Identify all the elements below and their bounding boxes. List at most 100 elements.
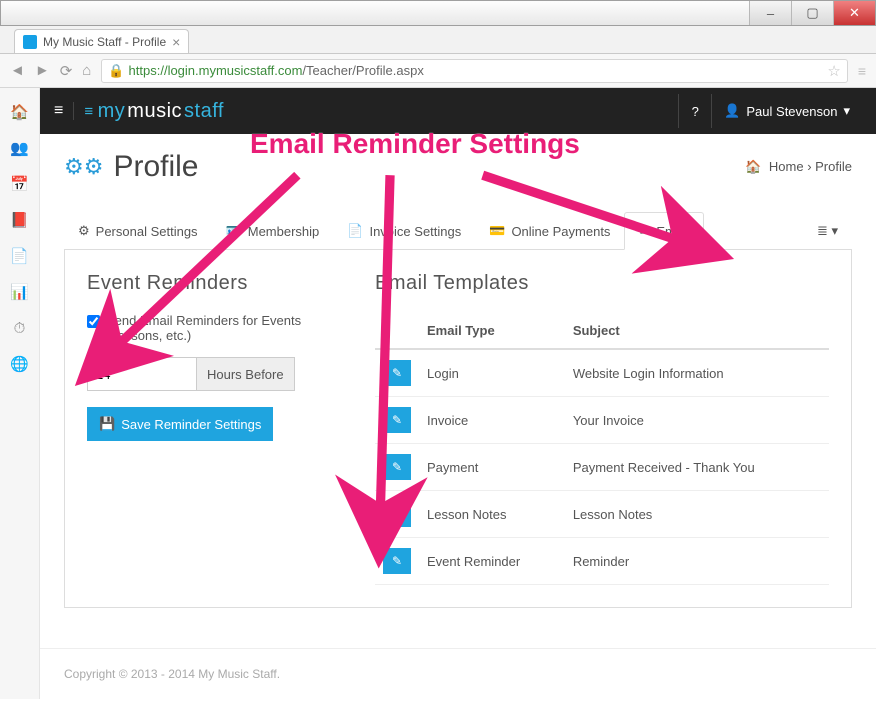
- table-row: ✎ Invoice Your Invoice: [375, 397, 829, 444]
- breadcrumb-current: Profile: [815, 159, 852, 174]
- edit-template-button[interactable]: ✎: [383, 501, 411, 527]
- tab-label: Invoice Settings: [369, 224, 461, 239]
- edit-template-button[interactable]: ✎: [383, 454, 411, 480]
- browser-menu-icon[interactable]: ≡: [858, 63, 866, 79]
- sidebar-item-calendar[interactable]: 📅: [0, 166, 39, 202]
- footer-text: Copyright © 2013 - 2014 My Music Staff.: [40, 648, 876, 699]
- lock-icon: 🔒: [108, 63, 124, 79]
- tab-invoice-settings[interactable]: 📄 Invoice Settings: [333, 213, 475, 249]
- table-row: ✎ Payment Payment Received - Thank You: [375, 444, 829, 491]
- cell-subject: Lesson Notes: [565, 491, 829, 538]
- annotation-label: Email Reminder Settings: [250, 128, 580, 160]
- sidebar-item-website[interactable]: 🌐: [0, 346, 39, 382]
- save-icon: 💾: [99, 416, 115, 432]
- hamburger-icon[interactable]: ≡: [54, 102, 74, 120]
- cell-email-type: Event Reminder: [419, 538, 565, 585]
- brand-stripes-icon: ≡: [84, 103, 93, 120]
- sidebar: 🏠 👥 📅 📕 📄 📊 ⏱ 🌐: [0, 88, 40, 699]
- chevron-down-icon: ▾: [843, 103, 850, 119]
- breadcrumb: 🏠 Home › Profile: [745, 159, 852, 175]
- list-icon: ≣: [817, 223, 828, 238]
- hours-before-input[interactable]: [87, 357, 197, 391]
- table-row: ✎ Event Reminder Reminder: [375, 538, 829, 585]
- id-card-icon: 🪪: [226, 223, 242, 239]
- tab-online-payments[interactable]: 💳 Online Payments: [475, 213, 624, 249]
- page-title-text: Profile: [113, 150, 198, 184]
- nav-reload-icon[interactable]: ⟳: [60, 62, 73, 80]
- tab-label: Personal Settings: [96, 224, 198, 239]
- nav-forward-icon[interactable]: ►: [35, 62, 50, 79]
- table-row: ✎ Login Website Login Information: [375, 349, 829, 397]
- bookmark-star-icon[interactable]: ☆: [827, 62, 840, 80]
- send-reminders-label: Send Email Reminders for Events (Lessons…: [106, 313, 347, 343]
- favicon-icon: [23, 35, 37, 49]
- save-reminder-settings-button[interactable]: 💾 Save Reminder Settings: [87, 407, 273, 441]
- sidebar-item-book[interactable]: 📕: [0, 202, 39, 238]
- tab-email[interactable]: ✉ Email: [624, 212, 703, 250]
- user-menu[interactable]: 👤 Paul Stevenson ▾: [712, 103, 862, 119]
- url-host: https://login.mymusicstaff.com: [129, 63, 303, 78]
- event-reminders-heading: Event Reminders: [87, 272, 347, 295]
- view-options-button[interactable]: ≣ ▾: [803, 213, 852, 249]
- sidebar-item-files[interactable]: 📄: [0, 238, 39, 274]
- url-path: /Teacher/Profile.aspx: [302, 63, 423, 78]
- help-button[interactable]: ?: [678, 94, 712, 128]
- save-button-label: Save Reminder Settings: [121, 417, 261, 432]
- nav-home-icon[interactable]: ⌂: [82, 62, 91, 79]
- user-name: Paul Stevenson: [746, 104, 837, 119]
- address-bar[interactable]: 🔒 https://login.mymusicstaff.com /Teache…: [101, 59, 847, 83]
- email-templates-heading: Email Templates: [375, 272, 829, 295]
- gear-icon: ⚙: [78, 223, 90, 239]
- cell-email-type: Lesson Notes: [419, 491, 565, 538]
- tab-close-icon[interactable]: ×: [172, 35, 180, 49]
- cell-subject: Reminder: [565, 538, 829, 585]
- page-title: ⚙⚙ Profile: [64, 150, 199, 184]
- edit-template-button[interactable]: ✎: [383, 407, 411, 433]
- sidebar-item-home[interactable]: 🏠: [0, 94, 39, 130]
- chevron-down-icon: ▾: [831, 223, 838, 238]
- edit-template-button[interactable]: ✎: [383, 548, 411, 574]
- user-icon: 👤: [724, 103, 740, 119]
- pencil-icon: ✎: [392, 507, 402, 521]
- table-row: ✎ Lesson Notes Lesson Notes: [375, 491, 829, 538]
- browser-tab-title: My Music Staff - Profile: [43, 35, 166, 49]
- cell-email-type: Invoice: [419, 397, 565, 444]
- envelope-icon: ✉: [639, 223, 650, 239]
- send-reminders-row[interactable]: Send Email Reminders for Events (Lessons…: [87, 313, 347, 343]
- cell-email-type: Login: [419, 349, 565, 397]
- tab-membership[interactable]: 🪪 Membership: [212, 213, 334, 249]
- sidebar-item-people[interactable]: 👥: [0, 130, 39, 166]
- tab-label: Membership: [248, 224, 320, 239]
- nav-back-icon[interactable]: ◄: [10, 62, 25, 79]
- file-icon: 📄: [347, 223, 363, 239]
- brand-music: music: [127, 100, 182, 123]
- brand-my: my: [98, 100, 126, 123]
- brand-logo[interactable]: ≡ my music staff: [84, 100, 224, 123]
- browser-toolbar: ◄ ► ⟳ ⌂ 🔒 https://login.mymusicstaff.com…: [0, 54, 876, 88]
- browser-tab[interactable]: My Music Staff - Profile ×: [14, 29, 189, 53]
- cogs-icon: ⚙⚙: [64, 154, 103, 180]
- browser-tab-strip: My Music Staff - Profile ×: [0, 26, 876, 54]
- profile-tabs: ⚙ Personal Settings 🪪 Membership 📄 Invoi…: [64, 212, 852, 250]
- window-titlebar: – ▢ ✕: [0, 0, 876, 26]
- window-minimize-button[interactable]: –: [749, 1, 791, 25]
- tab-personal-settings[interactable]: ⚙ Personal Settings: [64, 213, 212, 249]
- col-subject: Subject: [565, 313, 829, 349]
- pencil-icon: ✎: [392, 366, 402, 380]
- window-close-button[interactable]: ✕: [833, 1, 875, 25]
- email-templates-table: Email Type Subject ✎ Login Website Login…: [375, 313, 829, 585]
- breadcrumb-home[interactable]: Home: [769, 159, 804, 174]
- hours-before-addon: Hours Before: [197, 357, 295, 391]
- brand-staff: staff: [184, 100, 224, 123]
- sidebar-item-dashboard[interactable]: ⏱: [0, 310, 39, 346]
- send-reminders-checkbox[interactable]: [87, 315, 100, 328]
- tab-label: Email: [656, 224, 689, 239]
- sidebar-item-reports[interactable]: 📊: [0, 274, 39, 310]
- help-icon: ?: [692, 104, 699, 119]
- edit-template-button[interactable]: ✎: [383, 360, 411, 386]
- cell-subject: Your Invoice: [565, 397, 829, 444]
- pencil-icon: ✎: [392, 460, 402, 474]
- window-maximize-button[interactable]: ▢: [791, 1, 833, 25]
- pencil-icon: ✎: [392, 413, 402, 427]
- cell-subject: Payment Received - Thank You: [565, 444, 829, 491]
